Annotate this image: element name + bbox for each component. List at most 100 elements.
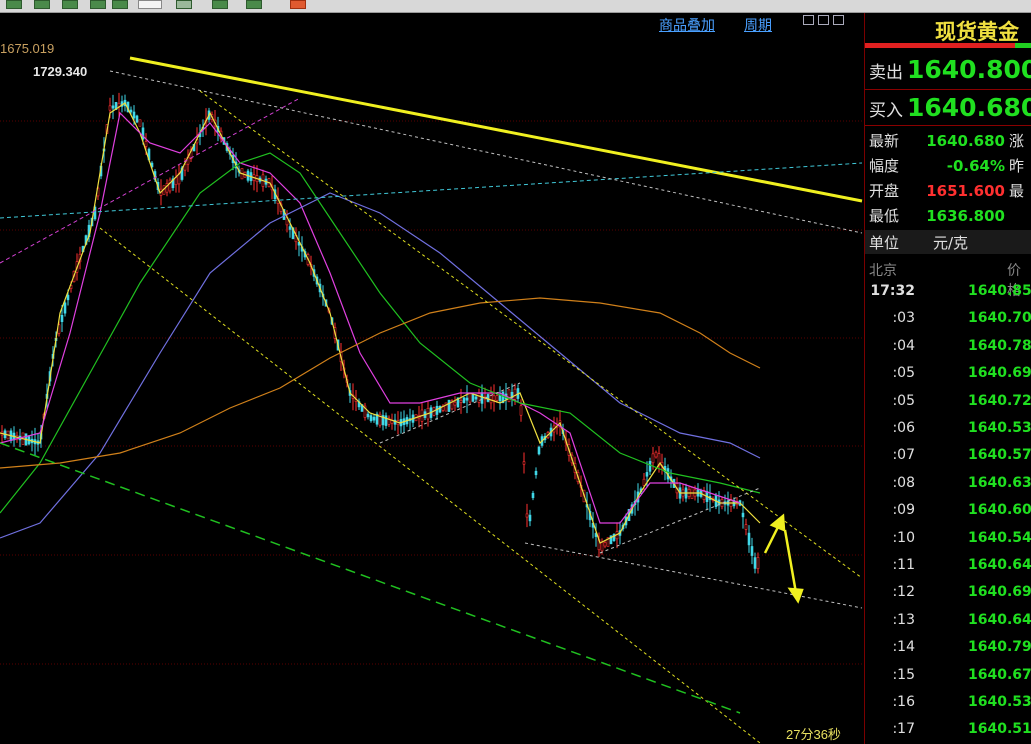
buy-price: 1640.680 [907,93,1031,122]
candle-body [372,416,376,421]
candle-body [528,514,532,522]
candle-body [603,542,607,547]
tick-row: :08 1640.63 [865,475,1031,502]
candle-body [648,461,652,472]
candle-body [135,115,139,123]
period-link[interactable]: 周期 [744,15,772,35]
tick-row: :13 1640.64 [865,612,1031,639]
stat-extra: 最 [1009,182,1025,200]
pressure-bar-sell [865,43,1031,48]
toolbar-button[interactable] [34,0,50,9]
stat-extra: 涨 [1009,132,1025,150]
stat-label: 开盘 [869,182,900,200]
toolbar-button[interactable] [176,0,192,9]
tick-time: :04 [892,337,915,354]
toolbar-button[interactable] [112,0,128,9]
toolbar-button[interactable] [62,0,78,9]
candle-body [132,111,136,119]
unit-label: 单位 [869,234,900,252]
buy-label: 买入 [869,101,903,121]
tick-price: 1640.85 [968,283,1031,299]
stat-row-low: 最低 1636.800 [869,205,1009,227]
high-price-label: 1729.340 [33,64,88,79]
toolbar-button[interactable] [212,0,228,9]
forecast-arrows [763,513,804,604]
candle-body [477,393,481,403]
candle-body [495,395,499,401]
tick-row: :03 1640.70 [865,310,1031,337]
tick-time: :10 [892,529,915,546]
tick-time: :11 [892,557,915,573]
nav-left-icon[interactable] [803,15,814,25]
stat-label: 最低 [869,207,900,225]
tick-row: :17 1640.51 [865,721,1031,744]
instrument-title: 现货黄金 [935,20,1019,44]
ticks-header: 北京 价格 [869,260,1031,299]
tick-price: 1640.63 [968,474,1031,491]
green-dashed-line [0,442,741,714]
divider [865,89,1031,90]
stat-extra: 昨 [1009,157,1025,175]
tick-row: :06 1640.53 [865,420,1031,447]
tick-time: :13 [892,611,915,628]
toolbar-button[interactable] [246,0,262,9]
toolbar-button[interactable] [6,0,22,9]
kline-chart-panel[interactable]: 商品叠加 周期 1675.019 1729.340 27分36秒 [0,13,865,744]
tick-time: :08 [892,474,915,491]
nav-window-icon[interactable] [833,15,844,25]
buy-row: 买入 1640.680 [869,93,1031,123]
tick-time: :03 [892,310,915,327]
candle-body [486,394,490,402]
stat-label: 幅度 [869,157,900,175]
tick-row: :15 1640.67 [865,667,1031,694]
candle-body [474,396,478,400]
candle-body [531,492,535,499]
alert-icon[interactable] [290,0,306,9]
tick-price: 1640.54 [968,529,1031,546]
tick-row: :10 1640.54 [865,530,1031,557]
stat-value: 1651.600 [926,182,1005,200]
ma-short [0,102,761,544]
candle-body [600,541,604,552]
sell-label: 卖出 [869,63,903,83]
overlay-link[interactable]: 商品叠加 [659,15,715,35]
tick-row: :04 1640.78 [865,338,1031,365]
candle-body [747,532,751,546]
tick-price: 1640.79 [968,639,1031,656]
toolbar-button[interactable] [90,0,106,9]
candle-body [471,394,475,402]
stat-row-change: 幅度 -0.64% 昨 [869,155,1024,177]
toolbar-button-active[interactable] [138,0,162,9]
candle-body [519,405,523,416]
main-resistance-line [129,56,863,203]
candle-body [60,315,64,322]
tick-row: :11 1640.64 [865,557,1031,584]
candle-body [645,472,649,477]
ma-mid [0,111,741,524]
candle-body [537,446,541,455]
nav-right-icon[interactable] [818,15,829,25]
kline-chart[interactable] [0,13,864,744]
toolbar [0,0,1031,13]
candle-body [750,546,754,556]
tick-price: 1640.51 [968,721,1031,738]
candle-body [459,400,463,403]
tick-price: 1640.64 [968,611,1031,628]
candle-body [480,392,484,404]
tick-time: 17:32 [870,283,915,299]
tick-row: :07 1640.57 [865,447,1031,474]
candle-body [453,401,457,406]
candle-body [66,294,70,301]
tick-row: 17:32 1640.85 [865,283,1031,310]
candle-body [447,399,451,412]
candle-body [741,512,745,518]
tick-time: :16 [892,694,915,710]
white-dashed-lower [524,542,863,609]
candle-body [744,524,748,530]
candle-body [108,105,112,111]
candle-body [513,388,517,400]
reference-price: 1675.019 [0,41,55,56]
candle-body [465,397,469,401]
candle-body [111,105,115,109]
tick-time: :17 [892,721,915,738]
